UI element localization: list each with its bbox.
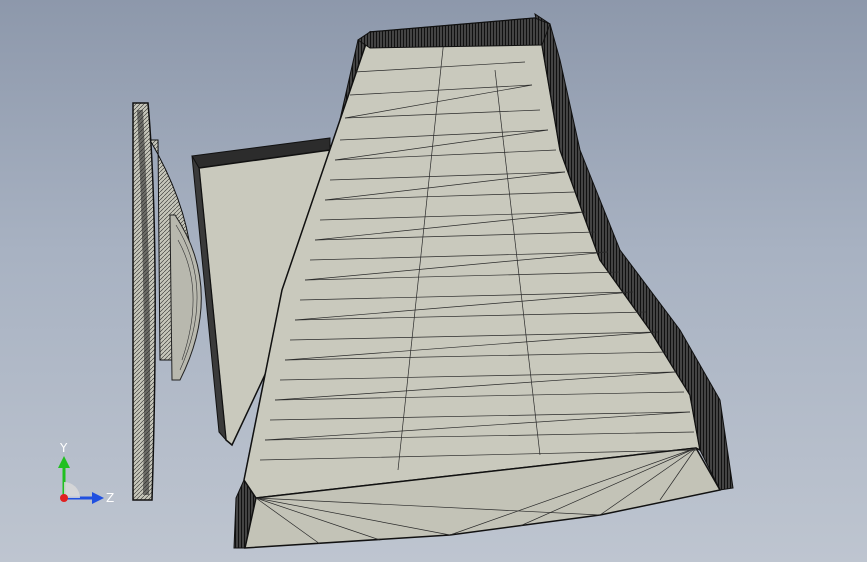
end-disc bbox=[132, 102, 156, 501]
graphics-viewport[interactable]: Y Z bbox=[0, 0, 867, 562]
mesh-model[interactable] bbox=[0, 0, 867, 562]
horn-body bbox=[233, 12, 734, 549]
y-axis-arrow bbox=[58, 456, 70, 468]
z-axis-label: Z bbox=[106, 491, 114, 505]
z-axis-arrow bbox=[92, 492, 104, 504]
x-axis-dot bbox=[60, 494, 68, 502]
axis-triad: Y Z bbox=[58, 441, 114, 505]
y-axis-label: Y bbox=[59, 441, 68, 455]
